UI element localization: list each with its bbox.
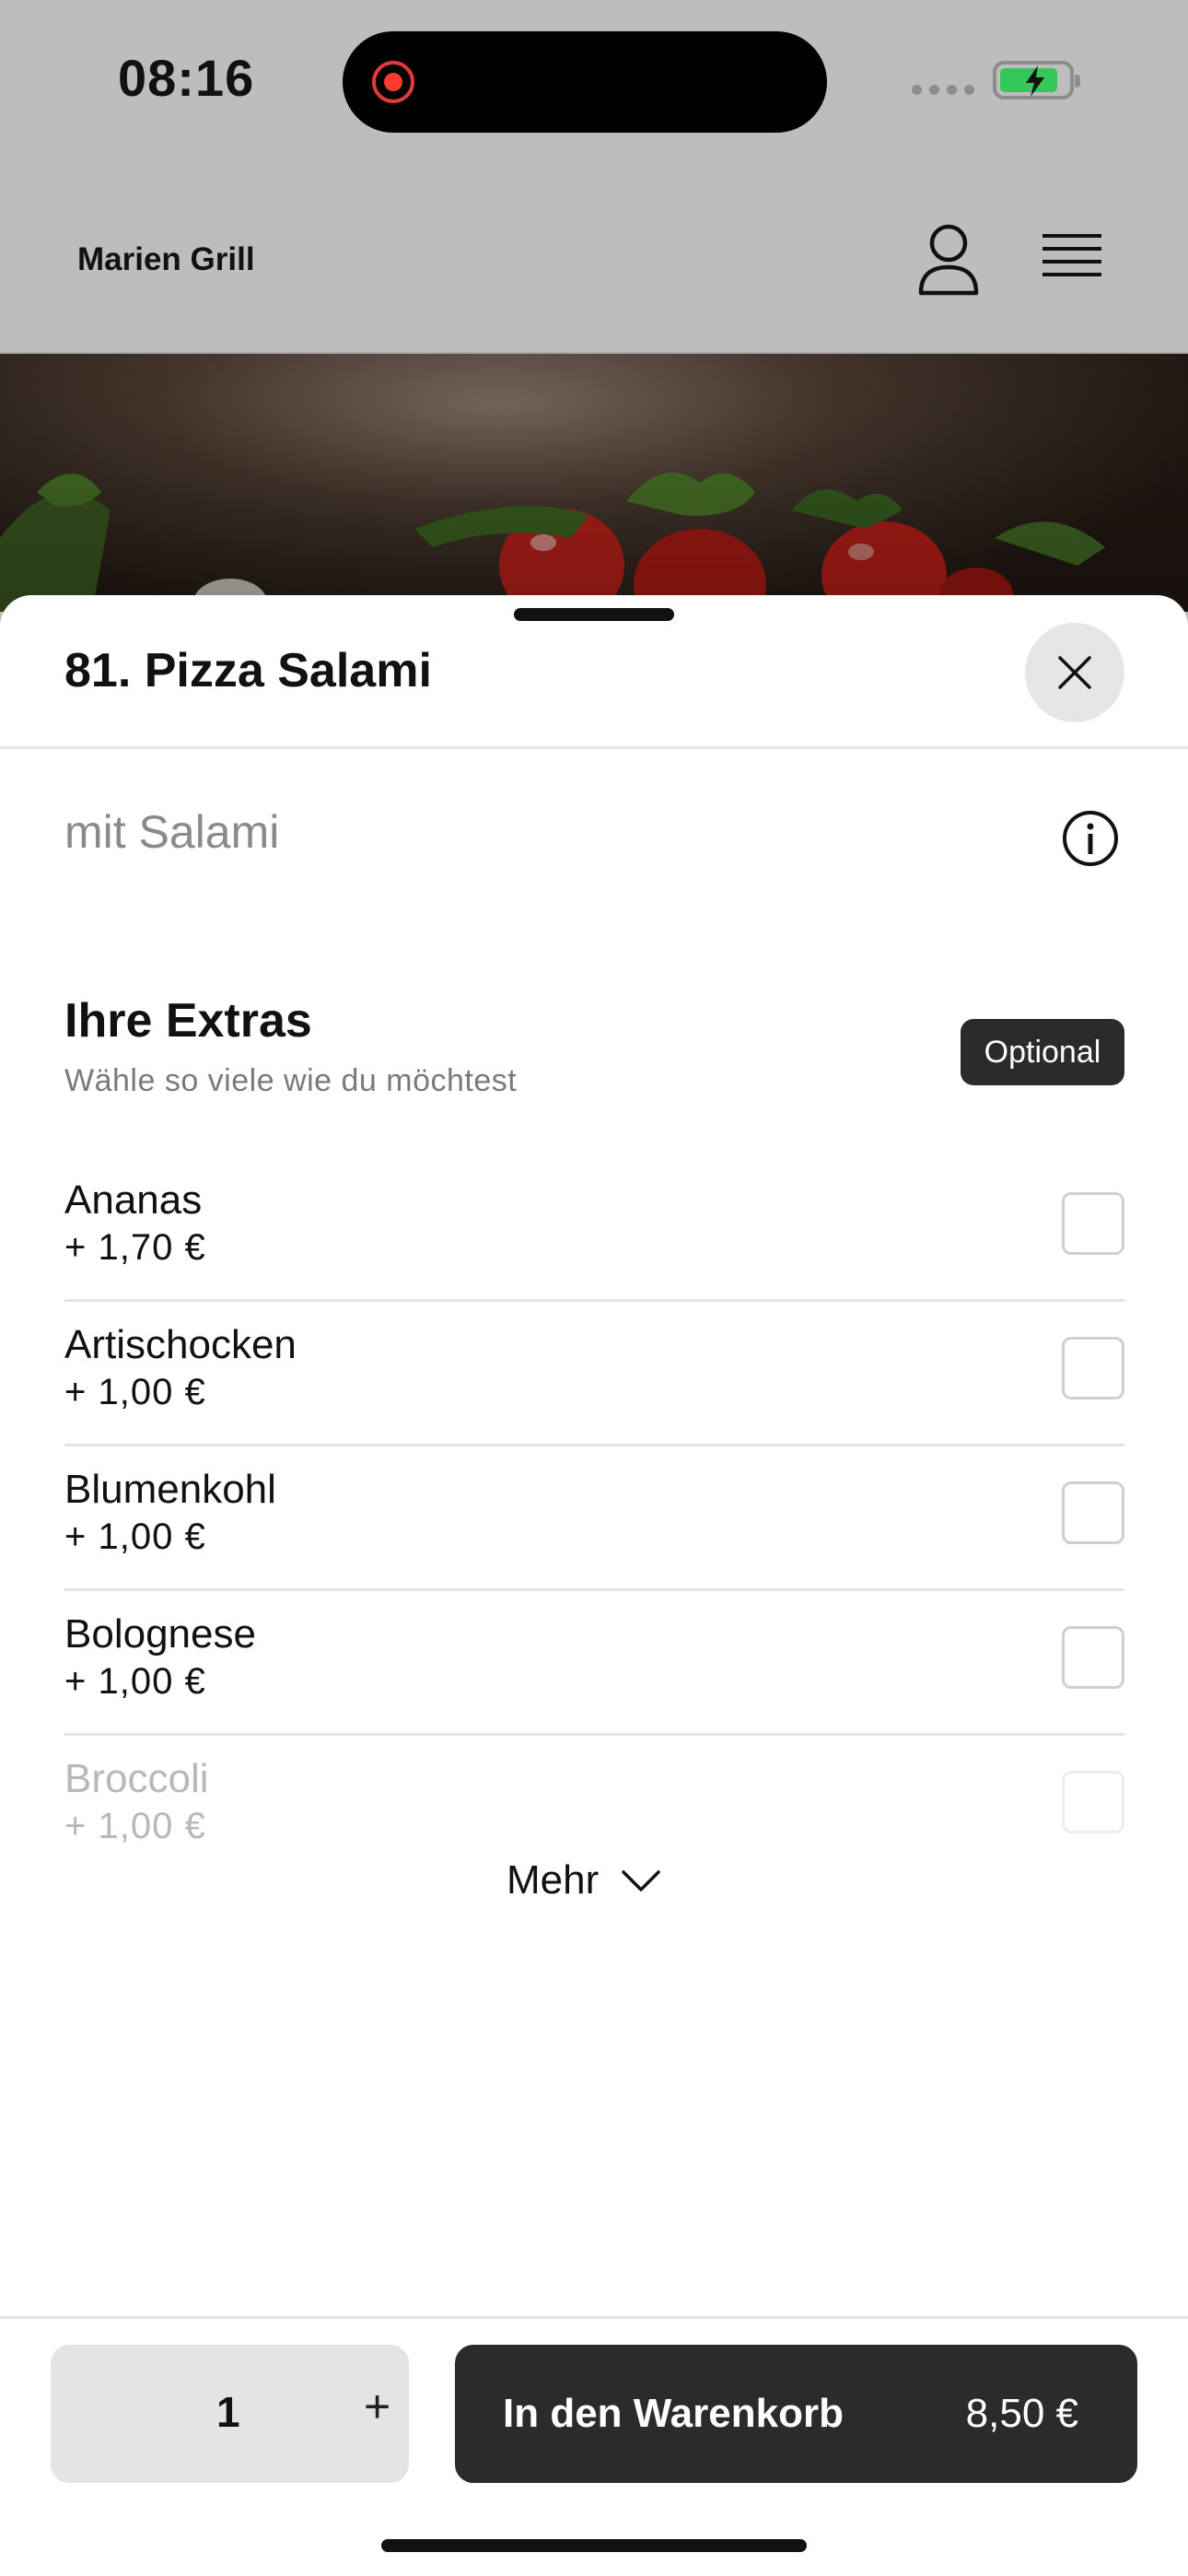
close-button[interactable]	[1025, 623, 1124, 722]
close-icon	[1058, 656, 1091, 689]
home-indicator[interactable]	[381, 2539, 807, 2552]
hamburger-menu-icon	[1042, 234, 1101, 276]
extra-option-checkbox[interactable]	[1062, 1626, 1124, 1689]
signal-icon	[912, 85, 974, 95]
extras-heading: Ihre Extras	[64, 994, 312, 1048]
restaurant-name[interactable]: Marien Grill	[77, 241, 255, 278]
extra-option-name: Blumenkohl	[64, 1467, 276, 1512]
divider	[0, 746, 1188, 749]
extra-option[interactable]: Artischocken + 1,00 €	[64, 1302, 1124, 1446]
extra-option-price: + 1,00 €	[64, 1372, 206, 1412]
info-button[interactable]	[1061, 809, 1120, 868]
increment-button[interactable]: +	[364, 2383, 390, 2430]
product-description: mit Salami	[64, 806, 280, 858]
extra-option-checkbox[interactable]	[1062, 1771, 1124, 1833]
recording-indicator-icon	[372, 61, 414, 103]
add-to-cart-button[interactable]: In den Warenkorb 8,50 €	[455, 2345, 1137, 2483]
extra-option-name: Ananas	[64, 1177, 203, 1223]
sheet-grabber[interactable]	[514, 608, 674, 621]
show-more-label: Mehr	[507, 1857, 600, 1903]
extra-option-price: + 1,00 €	[64, 1516, 206, 1557]
extra-option-name: Broccoli	[64, 1756, 209, 1801]
extra-option-name: Bolognese	[64, 1611, 256, 1657]
hero-image	[0, 354, 1188, 612]
battery-charging-icon	[993, 61, 1080, 100]
extra-option[interactable]: Blumenkohl + 1,00 €	[64, 1446, 1124, 1591]
extra-option-checkbox[interactable]	[1062, 1192, 1124, 1255]
extra-option-price: + 1,00 €	[64, 1806, 206, 1846]
extra-option-price: + 1,70 €	[64, 1227, 206, 1268]
menu-button[interactable]	[1041, 228, 1103, 287]
extra-option-checkbox[interactable]	[1062, 1481, 1124, 1544]
quantity-value: 1	[216, 2388, 240, 2436]
app-header: Marien Grill	[0, 166, 1188, 354]
extra-option-price: + 1,00 €	[64, 1661, 206, 1702]
chevron-down-icon	[622, 1870, 660, 1891]
extra-option-name: Artischocken	[64, 1322, 297, 1367]
status-bar: 08:16	[0, 0, 1188, 166]
extras-subtitle: Wähle so viele wie du möchtest	[64, 1063, 518, 1098]
product-title: 81. Pizza Salami	[64, 644, 432, 697]
add-to-cart-label: In den Warenkorb	[503, 2391, 844, 2436]
info-icon	[1063, 811, 1118, 866]
dynamic-island	[343, 31, 827, 133]
extras-list: Ananas + 1,70 € Artischocken + 1,00 € Bl…	[64, 1157, 1124, 1880]
product-sheet: 81. Pizza Salami mit Salami Ihre Extras …	[0, 595, 1188, 2576]
optional-badge: Optional	[961, 1019, 1124, 1085]
account-button[interactable]	[914, 217, 984, 300]
user-icon	[918, 224, 979, 296]
quantity-stepper[interactable]: 1 +	[51, 2345, 409, 2483]
status-time: 08:16	[118, 49, 255, 107]
extra-option-checkbox[interactable]	[1062, 1337, 1124, 1399]
show-more-button[interactable]: Mehr	[507, 1857, 661, 1903]
cart-total-price: 8,50 €	[965, 2391, 1078, 2436]
extra-option[interactable]: Bolognese + 1,00 €	[64, 1591, 1124, 1736]
extra-option[interactable]: Ananas + 1,70 €	[64, 1157, 1124, 1302]
divider	[0, 2316, 1188, 2319]
